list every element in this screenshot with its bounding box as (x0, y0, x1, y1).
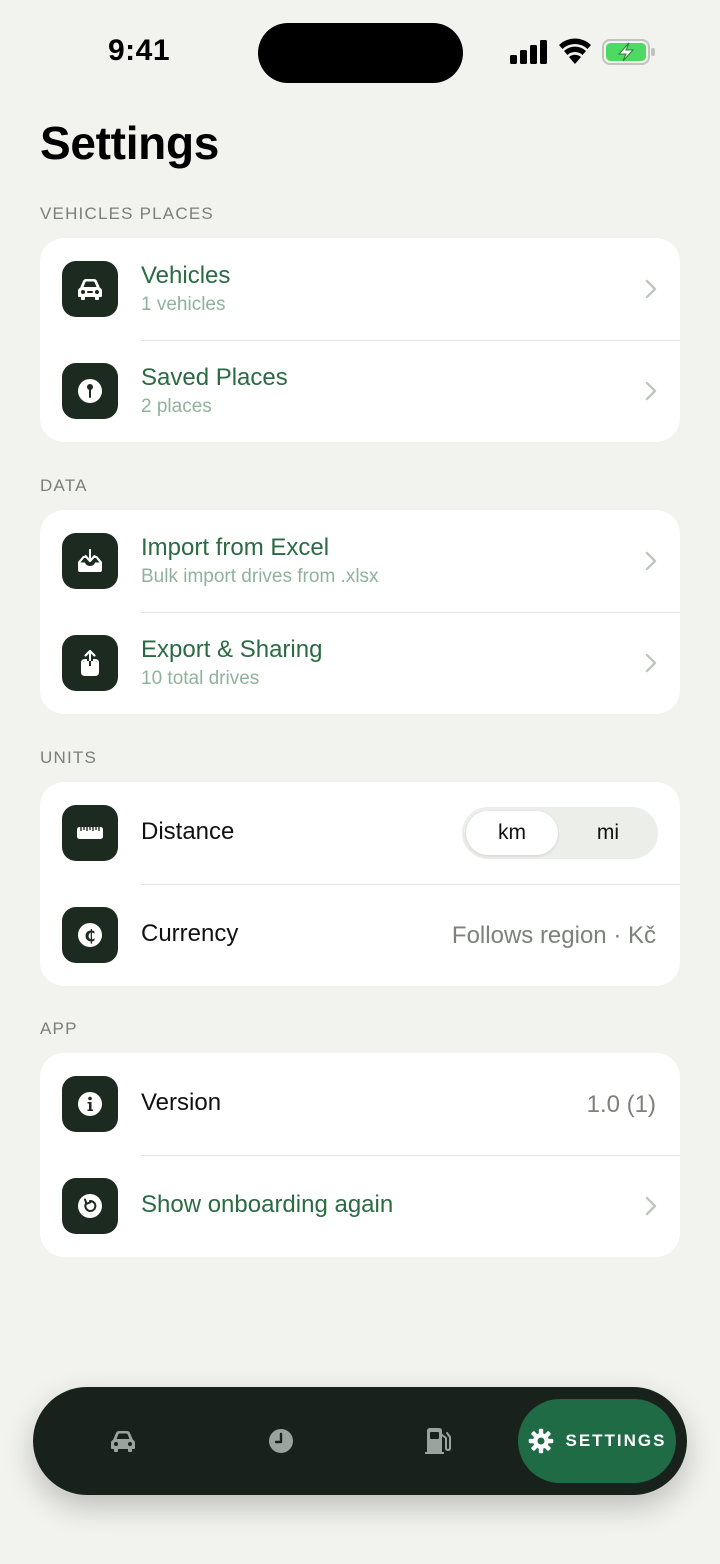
vehicles-title: Vehicles (141, 262, 231, 289)
show-onboarding-title: Show onboarding again (141, 1191, 394, 1218)
section-label-data: DATA (40, 476, 88, 495)
tray-download-icon (62, 533, 118, 589)
vehicles-places-card: Vehicles 1 vehicles Saved Places 2 place… (40, 238, 680, 442)
tab-fuel[interactable] (408, 1387, 468, 1495)
version-row: Version 1.0 (1) (40, 1053, 680, 1155)
distance-option-km[interactable]: km (466, 811, 558, 855)
currency-row: ₵ Currency Follows region · Kč (40, 884, 680, 986)
share-icon (62, 635, 118, 691)
chevron-right-icon (645, 381, 657, 401)
saved-places-row[interactable]: Saved Places 2 places (40, 340, 680, 442)
chevron-right-icon (645, 1196, 657, 1216)
battery-charging-icon (602, 39, 655, 65)
saved-places-subtitle: 2 places (141, 396, 212, 417)
distance-title: Distance (141, 818, 235, 845)
currency-value: Follows region · Kč (451, 922, 656, 949)
page-title: Settings (40, 117, 220, 169)
distance-option-mi[interactable]: mi (562, 811, 654, 855)
tab-settings[interactable]: SETTINGS (518, 1399, 676, 1483)
export-sharing-row[interactable]: Export & Sharing 10 total drives (40, 612, 680, 714)
currency-title: Currency (141, 920, 239, 947)
ruler-icon (62, 805, 118, 861)
import-excel-title: Import from Excel (141, 534, 330, 561)
dynamic-island (258, 23, 463, 83)
distance-row: Distance km mi (40, 782, 680, 884)
info-icon (62, 1076, 118, 1132)
section-label-app: APP (40, 1019, 78, 1038)
gear-icon (529, 1428, 554, 1454)
wifi-icon (559, 38, 591, 64)
car-icon (62, 261, 118, 317)
section-label-units: UNITS (40, 748, 97, 767)
reset-icon (62, 1178, 118, 1234)
units-card: Distance km mi ₵ Currency Follows region… (40, 782, 680, 986)
car-icon (111, 1431, 135, 1452)
show-onboarding-row[interactable]: Show onboarding again (40, 1155, 680, 1257)
fuel-pump-icon (425, 1428, 451, 1454)
tab-history[interactable] (251, 1387, 311, 1495)
export-sharing-title: Export & Sharing (141, 636, 323, 663)
cellular-signal-icon (510, 40, 547, 64)
status-time: 9:41 (108, 34, 171, 67)
section-label-vehicles-places: VEHICLES PLACES (40, 204, 214, 223)
import-excel-subtitle: Bulk import drives from .xlsx (141, 566, 379, 587)
app-card: Version 1.0 (1) Show onboarding again (40, 1053, 680, 1257)
import-excel-row[interactable]: Import from Excel Bulk import drives fro… (40, 510, 680, 612)
chevron-right-icon (645, 279, 657, 299)
tab-bar: SETTINGS (33, 1387, 687, 1495)
cedi-sign-icon: ₵ (62, 907, 118, 963)
status-bar: 9:41 (0, 0, 720, 100)
tab-vehicles[interactable] (93, 1387, 153, 1495)
export-sharing-subtitle: 10 total drives (141, 668, 260, 689)
chevron-right-icon (645, 551, 657, 571)
pin-icon (62, 363, 118, 419)
version-value: 1.0 (1) (586, 1091, 656, 1118)
vehicles-row[interactable]: Vehicles 1 vehicles (40, 238, 680, 340)
vehicles-subtitle: 1 vehicles (141, 294, 226, 315)
chevron-right-icon (645, 653, 657, 673)
data-card: Import from Excel Bulk import drives fro… (40, 510, 680, 714)
distance-unit-segmented-control: km mi (462, 807, 658, 859)
version-title: Version (141, 1089, 222, 1116)
svg-text:₵: ₵ (84, 926, 95, 945)
tab-settings-label: SETTINGS (565, 1431, 667, 1450)
clock-icon (269, 1429, 293, 1453)
saved-places-title: Saved Places (141, 364, 288, 391)
